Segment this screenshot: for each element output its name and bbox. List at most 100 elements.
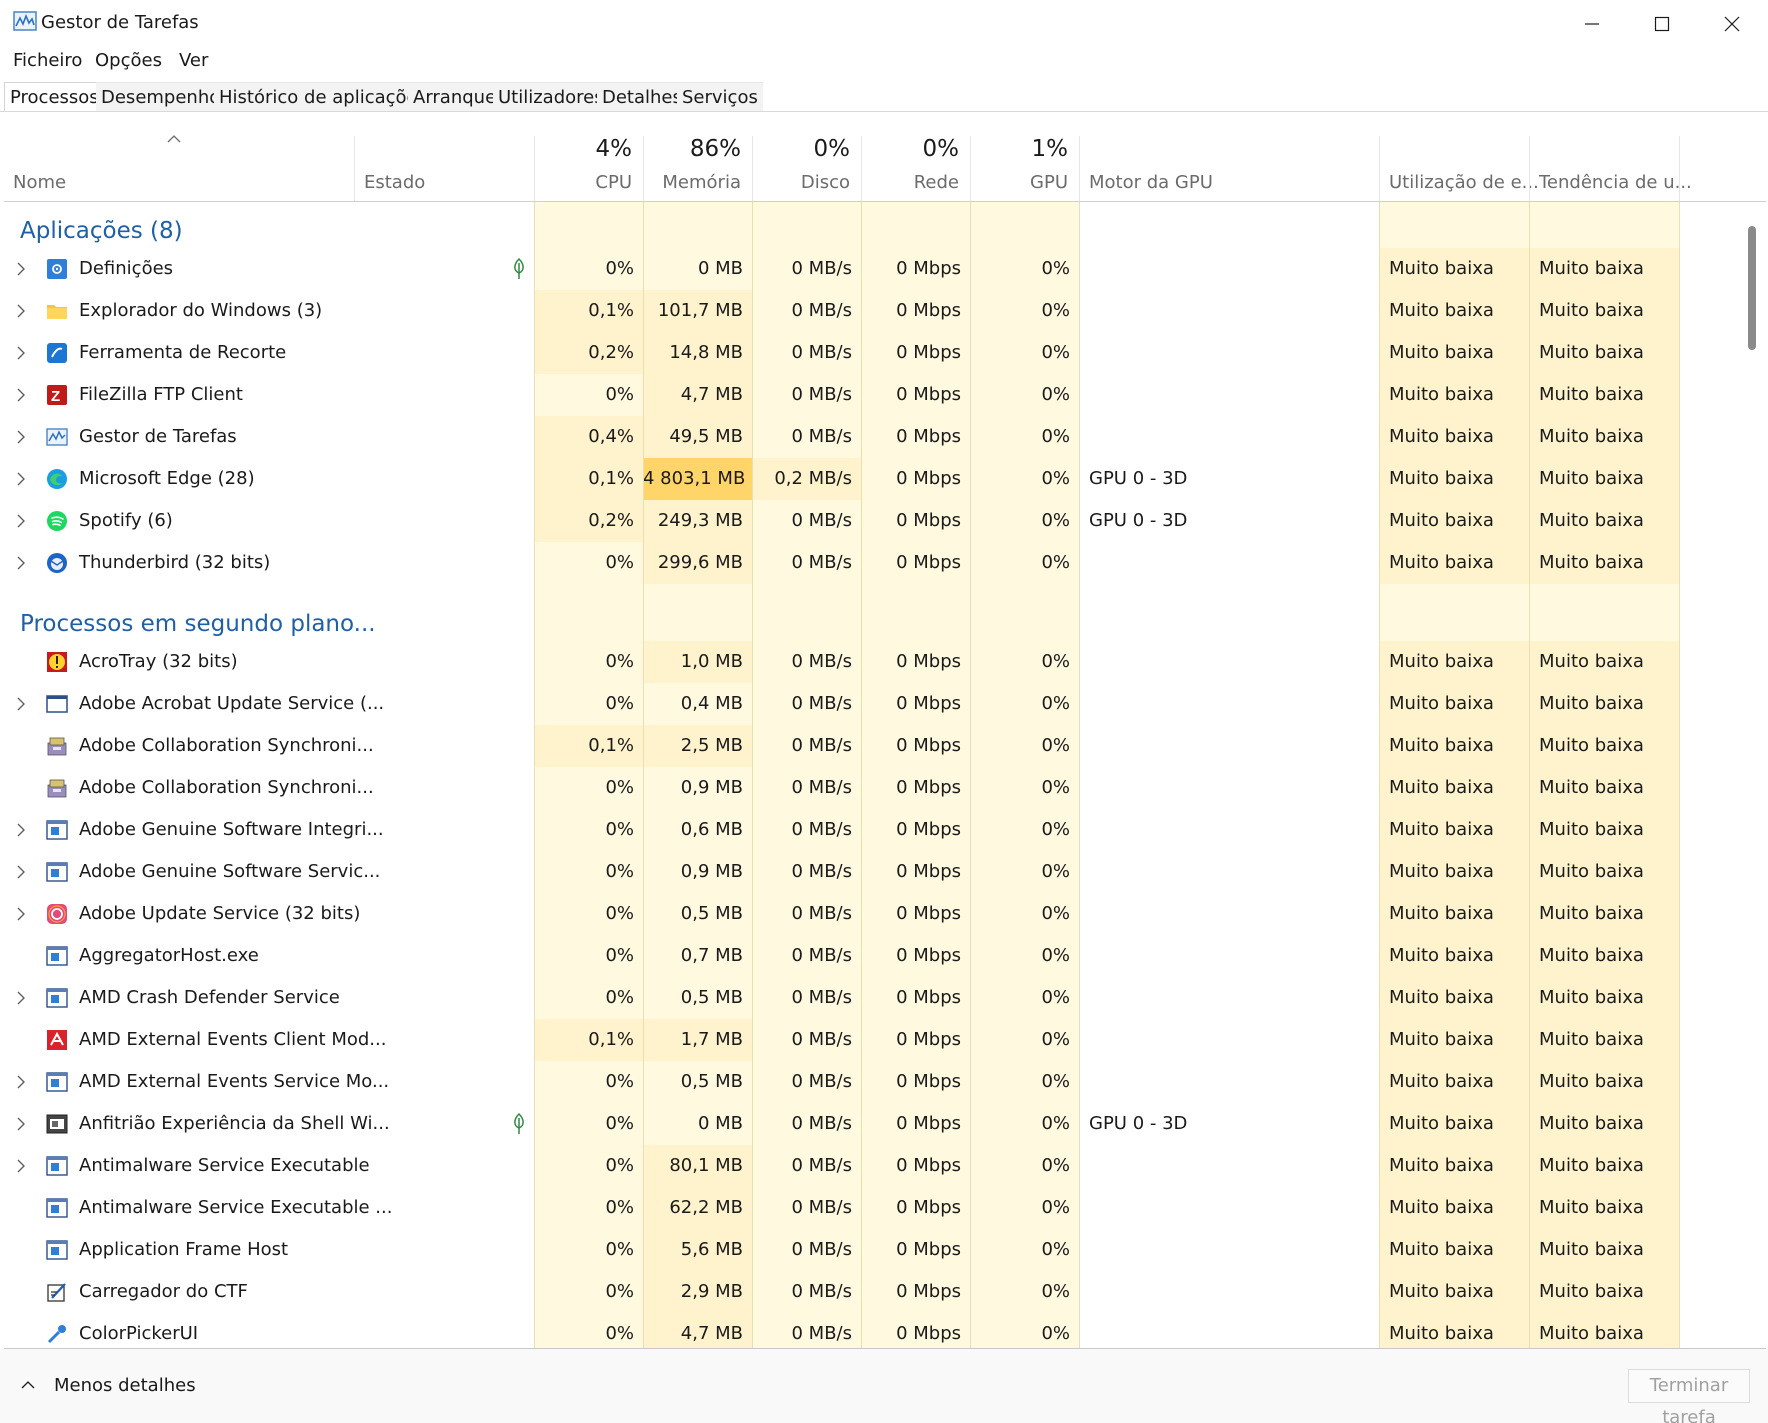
column-disk-percent[interactable]: 0% [752,136,851,162]
table-row[interactable]: Ferramenta de Recorte 0,2% 14,8 MB 0 MB/s 0 … [4,332,1684,374]
power-usage-value: Muito baixa [1379,1271,1529,1313]
column-memory-percent[interactable]: 86% [643,136,741,162]
column-divider[interactable] [1379,136,1380,202]
menu-options[interactable]: Opções [95,50,162,71]
column-divider[interactable] [970,136,971,202]
table-row[interactable]: Thunderbird (32 bits) 0% 299,6 MB 0 MB/s 0 M… [4,542,1684,584]
column-divider[interactable] [354,136,355,202]
table-row[interactable]: Explorador do Windows (3) 0,1% 101,7 MB 0 M… [4,290,1684,332]
tab-services[interactable]: Serviços [677,82,763,112]
column-network[interactable]: Rede [861,172,959,193]
table-row[interactable]: Application Frame Host 0% 5,6 MB 0 MB/s 0 Mb… [4,1229,1684,1271]
tab-performance[interactable]: Desempenho [96,82,226,112]
expand-chevron-icon[interactable] [16,1074,26,1094]
chevron-up-icon[interactable] [20,1380,36,1390]
menu-view[interactable]: Ver [179,50,208,71]
tab-processes[interactable]: Processos [4,82,105,112]
end-task-button[interactable]: Terminar tarefa [1628,1369,1750,1423]
tab-users[interactable]: Utilizadores [493,82,609,112]
memory-value: 1,0 MB [643,641,752,683]
expand-chevron-icon[interactable] [16,990,26,1010]
column-power-usage[interactable]: Utilização de e... [1389,172,1539,193]
expand-chevron-icon[interactable] [16,1116,26,1136]
maximize-button[interactable] [1627,0,1697,48]
table-row[interactable]: Adobe Collaboration Synchroni... 0% 0,9 MB… [4,767,1684,809]
memory-value: 49,5 MB [643,416,752,458]
expand-chevron-icon[interactable] [16,1158,26,1178]
table-row[interactable]: AcroTray (32 bits) 0% 1,0 MB 0 MB/s 0 Mbps 0%… [4,641,1684,683]
tab-startup[interactable]: Arranque [408,82,502,112]
maximize-icon [1654,16,1670,32]
table-row[interactable]: Adobe Update Service (32 bits) 0% 0,5 MB 0 … [4,893,1684,935]
expand-chevron-icon[interactable] [16,696,26,716]
column-divider[interactable] [643,136,644,202]
table-row[interactable]: Antimalware Service Executable ... 0% 62,2… [4,1187,1684,1229]
expand-chevron-icon[interactable] [16,864,26,884]
table-row[interactable]: Microsoft Edge (28) 0,1% 4 803,1 MB 0,2 MB/… [4,458,1684,500]
column-memory[interactable]: Memória [643,172,741,193]
expand-chevron-icon[interactable] [16,429,26,449]
expand-chevron-icon[interactable] [16,261,26,281]
minimize-button[interactable] [1557,0,1627,48]
expand-chevron-icon[interactable] [16,345,26,365]
column-line [752,202,753,1348]
column-divider[interactable] [1079,136,1080,202]
table-row[interactable]: ColorPickerUI 0% 4,7 MB 0 MB/s 0 Mbps 0% Muito… [4,1313,1684,1348]
spotify-icon [45,509,69,533]
table-row[interactable]: AMD External Events Service Mo... 0% 0,5 M… [4,1061,1684,1103]
power-trend-value: Muito baixa [1529,809,1679,851]
power-usage-value: Muito baixa [1379,458,1529,500]
table-row[interactable]: Definições 0% 0 MB 0 MB/s 0 Mbps 0% Muito baix… [4,248,1684,290]
power-usage-value: Muito baixa [1379,1187,1529,1229]
column-divider[interactable] [861,136,862,202]
expand-chevron-icon[interactable] [16,471,26,491]
table-row[interactable]: Gestor de Tarefas 0,4% 49,5 MB 0 MB/s 0 Mbps… [4,416,1684,458]
column-divider[interactable] [1529,136,1530,202]
table-row[interactable]: AMD Crash Defender Service 0% 0,5 MB 0 MB/s… [4,977,1684,1019]
column-gpu[interactable]: GPU [970,172,1068,193]
table-row[interactable]: Carregador do CTF 0% 2,9 MB 0 MB/s 0 Mbps 0% M… [4,1271,1684,1313]
column-name[interactable]: Nome [13,172,66,193]
table-row[interactable]: Antimalware Service Executable 0% 80,1 MB 0… [4,1145,1684,1187]
expand-chevron-icon[interactable] [16,822,26,842]
close-button[interactable] [1697,0,1767,48]
expand-chevron-icon[interactable] [16,906,26,926]
gpu-value: 0% [970,1019,1079,1061]
column-gpu-percent[interactable]: 1% [970,136,1069,162]
table-row[interactable]: AggregatorHost.exe 0% 0,7 MB 0 MB/s 0 Mbps 0%… [4,935,1684,977]
column-status[interactable]: Estado [364,172,425,193]
table-row[interactable]: Spotify (6) 0,2% 249,3 MB 0 MB/s 0 Mbps 0% GPU… [4,500,1684,542]
less-details-button[interactable]: Menos detalhes [54,1375,196,1396]
column-power-trend[interactable]: Tendência de u... [1539,172,1692,193]
column-gpu-engine[interactable]: Motor da GPU [1089,172,1213,193]
table-row[interactable]: AMD External Events Client Mod... 0,1% 1,7… [4,1019,1684,1061]
expand-chevron-icon[interactable] [16,387,26,407]
column-cpu[interactable]: CPU [534,172,632,193]
memory-value: 0,9 MB [643,851,752,893]
table-row[interactable]: Adobe Genuine Software Integri... 0% 0,6 M… [4,809,1684,851]
expand-chevron-icon[interactable] [16,555,26,575]
tab-app-history[interactable]: Histórico de aplicações [214,82,432,112]
column-divider[interactable] [752,136,753,202]
disk-value: 0 MB/s [752,851,861,893]
column-divider[interactable] [534,136,535,202]
expand-chevron-icon[interactable] [16,513,26,533]
column-disk[interactable]: Disco [752,172,850,193]
column-cpu-percent[interactable]: 4% [534,136,633,162]
table-row[interactable]: Adobe Collaboration Synchroni... 0,1% 2,5 … [4,725,1684,767]
menu-file[interactable]: Ficheiro [13,50,82,71]
process-name: AggregatorHost.exe [79,945,259,966]
expand-chevron-icon[interactable] [16,303,26,323]
cpu-value: 0% [534,1187,643,1229]
column-divider[interactable] [1679,136,1680,202]
vertical-scrollbar[interactable] [1744,202,1764,1348]
efficiency-mode-leaf-icon [512,1112,526,1140]
table-row[interactable]: Z FileZilla FTP Client 0% 4,7 MB 0 MB/s 0 Mbp… [4,374,1684,416]
tab-details[interactable]: Detalhes [597,82,687,112]
memory-value: 14,8 MB [643,332,752,374]
table-row[interactable]: Adobe Genuine Software Servic... 0% 0,9 MB… [4,851,1684,893]
column-network-percent[interactable]: 0% [861,136,960,162]
table-row[interactable]: Anfitrião Experiência da Shell Wi... 0% 0 … [4,1103,1684,1145]
table-row[interactable]: Adobe Acrobat Update Service (... 0% 0,4 M… [4,683,1684,725]
scrollbar-thumb[interactable] [1748,226,1756,350]
